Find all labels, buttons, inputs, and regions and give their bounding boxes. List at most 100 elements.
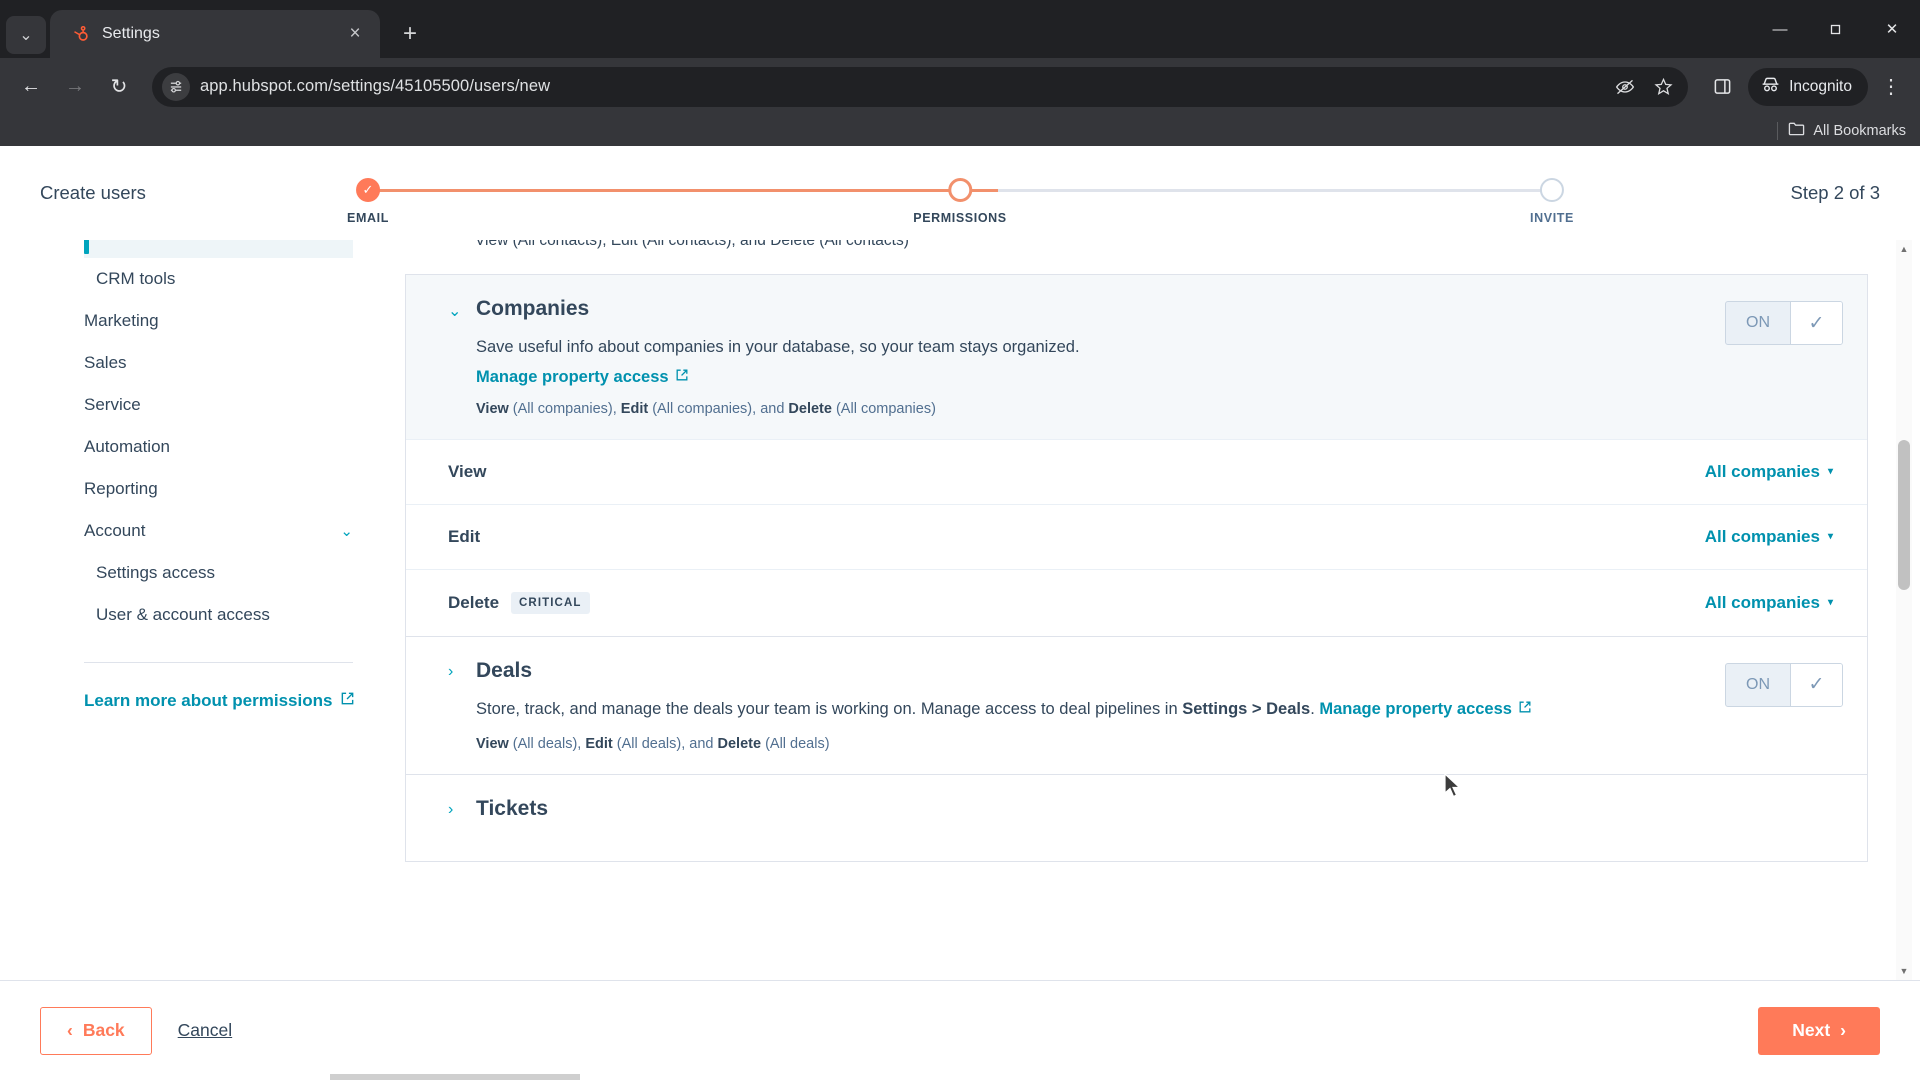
summary-edit-label: Edit bbox=[585, 735, 613, 752]
companies-manage-property-access-link[interactable]: Manage property access bbox=[476, 368, 689, 387]
companies-on-toggle[interactable]: ON ✓ bbox=[1725, 301, 1843, 345]
chevron-down-icon[interactable]: ⌄ bbox=[340, 522, 353, 540]
sidebar-item-reporting[interactable]: Reporting bbox=[0, 468, 379, 510]
step-email[interactable]: ✓ EMAIL bbox=[347, 166, 389, 225]
sidebar-item-user-account-access[interactable]: User & account access bbox=[0, 594, 379, 636]
link-label: Manage property access bbox=[1319, 699, 1512, 718]
tracking-protection-off-icon[interactable] bbox=[1608, 70, 1642, 104]
check-icon[interactable]: ✓ bbox=[1790, 663, 1842, 706]
chevron-down-icon: ▾ bbox=[1827, 531, 1833, 543]
chevron-right-icon[interactable]: › bbox=[448, 659, 462, 752]
step-label: PERMISSIONS bbox=[913, 211, 1007, 225]
sidebar-item-settings-access[interactable]: Settings access bbox=[0, 552, 379, 594]
companies-card-body: Companies Save useful info about compani… bbox=[476, 297, 1711, 417]
deals-card: › Deals Store, track, and manage the dea… bbox=[405, 635, 1868, 774]
scroll-up-icon[interactable]: ▲ bbox=[1896, 240, 1912, 258]
maximize-icon[interactable] bbox=[1808, 5, 1864, 53]
step-counter: Step 2 of 3 bbox=[1790, 182, 1880, 203]
learn-more-permissions-link[interactable]: Learn more about permissions bbox=[0, 663, 379, 711]
row-label-text: View bbox=[448, 461, 487, 481]
back-button-label: Back bbox=[82, 1020, 125, 1040]
companies-title: Companies bbox=[476, 297, 590, 320]
url-text: app.hubspot.com/settings/45105500/users/… bbox=[200, 77, 551, 95]
chevron-down-icon[interactable]: ⌄ bbox=[448, 297, 462, 417]
all-bookmarks-label: All Bookmarks bbox=[1813, 122, 1906, 139]
check-icon[interactable]: ✓ bbox=[1790, 302, 1842, 344]
sidebar-item-label: Sales bbox=[84, 353, 127, 372]
sidebar-item-automation[interactable]: Automation bbox=[0, 426, 379, 468]
wizard-body: CRM tools Marketing Sales Service Automa… bbox=[0, 240, 1920, 980]
companies-toggle-wrap: ON ✓ bbox=[1725, 297, 1843, 417]
back-button[interactable]: ‹ Back bbox=[40, 1006, 152, 1055]
forward-icon[interactable]: → bbox=[56, 68, 94, 106]
companies-delete-dropdown[interactable]: All companies ▾ bbox=[1705, 593, 1833, 613]
chevron-down-icon: ▾ bbox=[1827, 466, 1833, 478]
chevron-right-icon[interactable]: › bbox=[448, 797, 462, 821]
vertical-scrollbar[interactable]: ▲ ▼ bbox=[1896, 240, 1912, 980]
future-step-dot bbox=[1539, 178, 1564, 202]
reload-icon[interactable]: ↻ bbox=[100, 68, 138, 106]
minimize-icon[interactable]: — bbox=[1752, 5, 1808, 53]
summary-edit-value: (All deals), and bbox=[612, 735, 718, 752]
chevron-down-icon: ▾ bbox=[1827, 597, 1833, 609]
permission-cards: View (All contacts), Edit (All contacts)… bbox=[405, 240, 1868, 980]
row-label-text: Delete bbox=[448, 592, 500, 612]
wizard-header: Create users ✓ EMAIL PERMISSIONS INVITE … bbox=[0, 146, 1920, 240]
toggle-state-label: ON bbox=[1746, 314, 1770, 331]
deals-card-body: Deals Store, track, and manage the deals… bbox=[476, 659, 1711, 752]
sidebar-item-active-partial[interactable] bbox=[84, 240, 353, 258]
address-bar[interactable]: app.hubspot.com/settings/45105500/users/… bbox=[152, 66, 1689, 107]
tab-title: Settings bbox=[102, 25, 160, 42]
site-info-icon[interactable] bbox=[162, 72, 190, 101]
hubspot-sprocket-icon bbox=[68, 23, 90, 45]
sidebar-item-crm-tools[interactable]: CRM tools bbox=[0, 258, 379, 300]
tab-search-button[interactable]: ⌄ bbox=[6, 16, 46, 54]
companies-edit-dropdown[interactable]: All companies ▾ bbox=[1705, 527, 1833, 547]
close-window-icon[interactable]: ✕ bbox=[1864, 5, 1920, 53]
chevron-right-icon: › bbox=[1840, 1020, 1846, 1040]
back-icon[interactable]: ← bbox=[12, 68, 50, 106]
deals-toggle-wrap: ON ✓ bbox=[1725, 659, 1843, 752]
kebab-menu-icon[interactable]: ⋮ bbox=[1874, 68, 1908, 106]
sidebar-item-service[interactable]: Service bbox=[0, 384, 379, 426]
bookmark-star-icon[interactable] bbox=[1646, 70, 1680, 104]
tickets-card-header: › Tickets bbox=[406, 774, 1867, 861]
close-icon[interactable]: × bbox=[342, 21, 368, 47]
tab-strip: ⌄ Settings × + — ✕ bbox=[0, 0, 1920, 58]
cancel-link[interactable]: Cancel bbox=[178, 1020, 232, 1041]
browser-toolbar: ← → ↻ app.hubspot.com/settings/45105500/… bbox=[0, 58, 1920, 115]
dropdown-value: All companies bbox=[1704, 526, 1820, 546]
next-button[interactable]: Next › bbox=[1758, 1006, 1880, 1055]
sidebar-item-marketing[interactable]: Marketing bbox=[0, 300, 379, 342]
deals-manage-property-access-link[interactable]: Manage property access bbox=[1319, 697, 1532, 722]
summary-edit-label: Edit bbox=[620, 400, 649, 417]
step-invite[interactable]: INVITE bbox=[1530, 166, 1574, 225]
omnibox-actions bbox=[1608, 70, 1680, 104]
stepper-progress-fill bbox=[368, 189, 998, 192]
clipped-contacts-summary: View (All contacts), Edit (All contacts)… bbox=[405, 240, 1868, 274]
all-bookmarks-button[interactable]: All Bookmarks bbox=[1788, 121, 1906, 140]
companies-view-dropdown[interactable]: All companies ▾ bbox=[1705, 462, 1833, 482]
summary-view-label: View bbox=[476, 400, 509, 417]
sidebar-item-account[interactable]: Account ⌄ bbox=[0, 510, 379, 552]
incognito-profile-button[interactable]: Incognito bbox=[1748, 67, 1868, 106]
side-panel-icon[interactable] bbox=[1702, 68, 1742, 106]
check-icon: ✓ bbox=[355, 178, 380, 202]
new-tab-button[interactable]: + bbox=[390, 14, 430, 54]
scrollbar-thumb[interactable] bbox=[1898, 440, 1910, 590]
companies-description: Save useful info about companies in your… bbox=[476, 338, 1080, 356]
sidebar-item-sales[interactable]: Sales bbox=[0, 342, 379, 384]
step-permissions[interactable]: PERMISSIONS bbox=[913, 166, 1006, 225]
deals-on-toggle[interactable]: ON ✓ bbox=[1725, 662, 1843, 707]
sidebar-item-label: Service bbox=[84, 395, 141, 414]
chevron-left-icon: ‹ bbox=[67, 1020, 73, 1040]
scroll-down-icon[interactable]: ▼ bbox=[1896, 962, 1912, 980]
tickets-card-body: Tickets bbox=[476, 797, 1843, 821]
browser-tab[interactable]: Settings × bbox=[50, 10, 380, 58]
current-step-dot bbox=[948, 178, 972, 202]
sidebar-item-label: CRM tools bbox=[96, 269, 176, 288]
summary-edit-value: (All companies), and bbox=[648, 400, 789, 417]
incognito-hat-icon bbox=[1760, 74, 1781, 100]
incognito-label: Incognito bbox=[1789, 77, 1852, 95]
stepper: ✓ EMAIL PERMISSIONS INVITE bbox=[330, 166, 1590, 236]
